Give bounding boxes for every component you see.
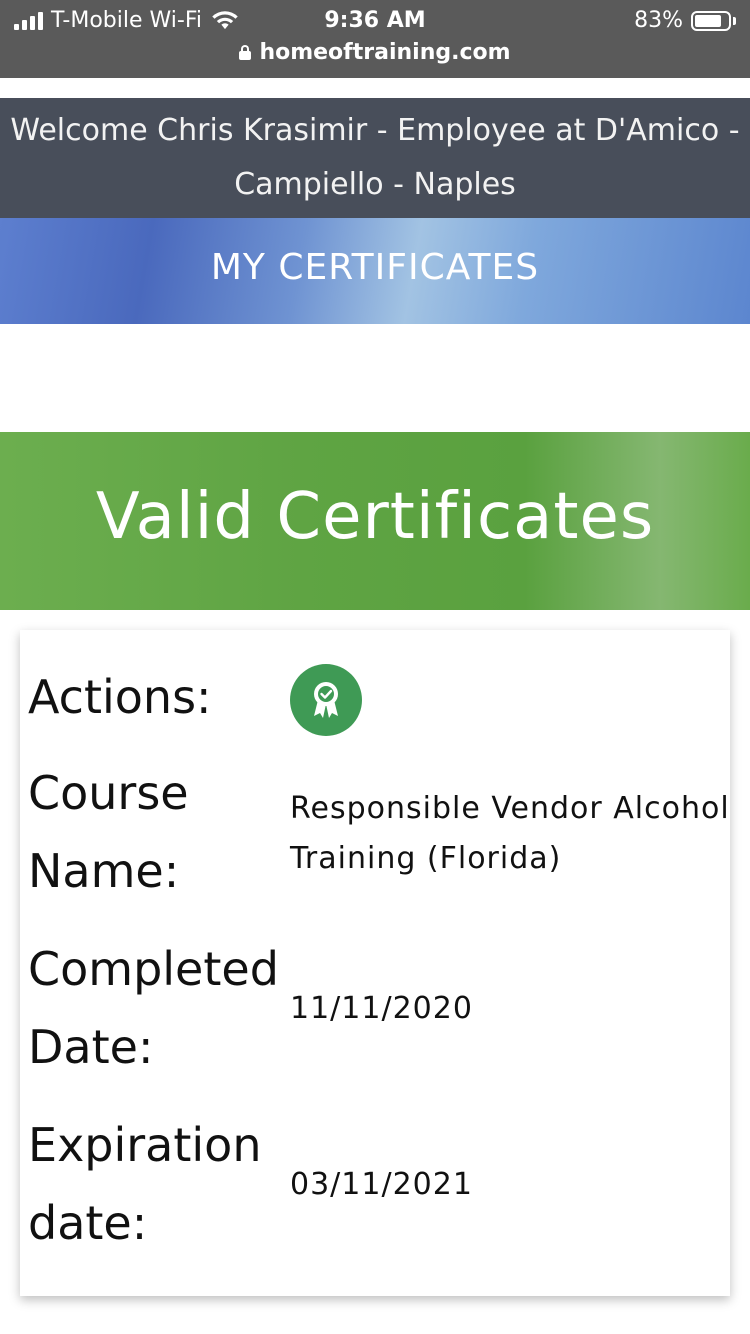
completed-date-label: Completed Date: [28,930,288,1086]
view-certificate-button[interactable] [290,664,362,736]
expiration-date-label: Expiration date: [28,1106,288,1262]
certificate-card: Actions: Course Name: Responsible Vendor… [20,630,730,1296]
expiration-date-value: 03/11/2021 [290,1167,473,1202]
actions-label: Actions: [28,670,212,724]
completed-date-value: 11/11/2020 [290,991,473,1026]
course-name-line1: Responsible Vendor Alcohol [290,791,730,826]
course-name-line2: Training (Florida) [290,841,562,876]
valid-certificates-title: Valid Certificates [0,432,750,610]
ios-status-bar: T-Mobile Wi-Fi 9:36 AM 83% homeoftrainin… [0,0,750,78]
welcome-line-1: Welcome Chris Krasimir - Employee at D'A… [10,113,740,148]
award-ribbon-icon [314,682,338,718]
battery-icon [691,10,731,31]
course-name-label: Course Name: [28,754,288,910]
completed-label-line1: Completed [28,942,279,996]
course-label-line1: Course [28,766,189,820]
completed-label-line2: Date: [28,1020,154,1074]
address-bar[interactable]: homeoftraining.com [0,40,750,65]
expiration-label-line2: date: [28,1196,148,1250]
welcome-line-2: Campiello - Naples [234,167,516,202]
battery-indicator: 83% [634,8,736,33]
welcome-banner: Welcome Chris Krasimir - Employee at D'A… [0,98,750,218]
course-name-value: Responsible Vendor Alcohol Training (Flo… [290,784,730,884]
battery-percent: 83% [634,8,683,33]
expiration-label-line1: Expiration [28,1118,262,1172]
my-certificates-header: MY CERTIFICATES [0,218,750,324]
course-label-line2: Name: [28,844,180,898]
lock-icon [239,45,252,60]
url-text: homeoftraining.com [259,40,511,65]
